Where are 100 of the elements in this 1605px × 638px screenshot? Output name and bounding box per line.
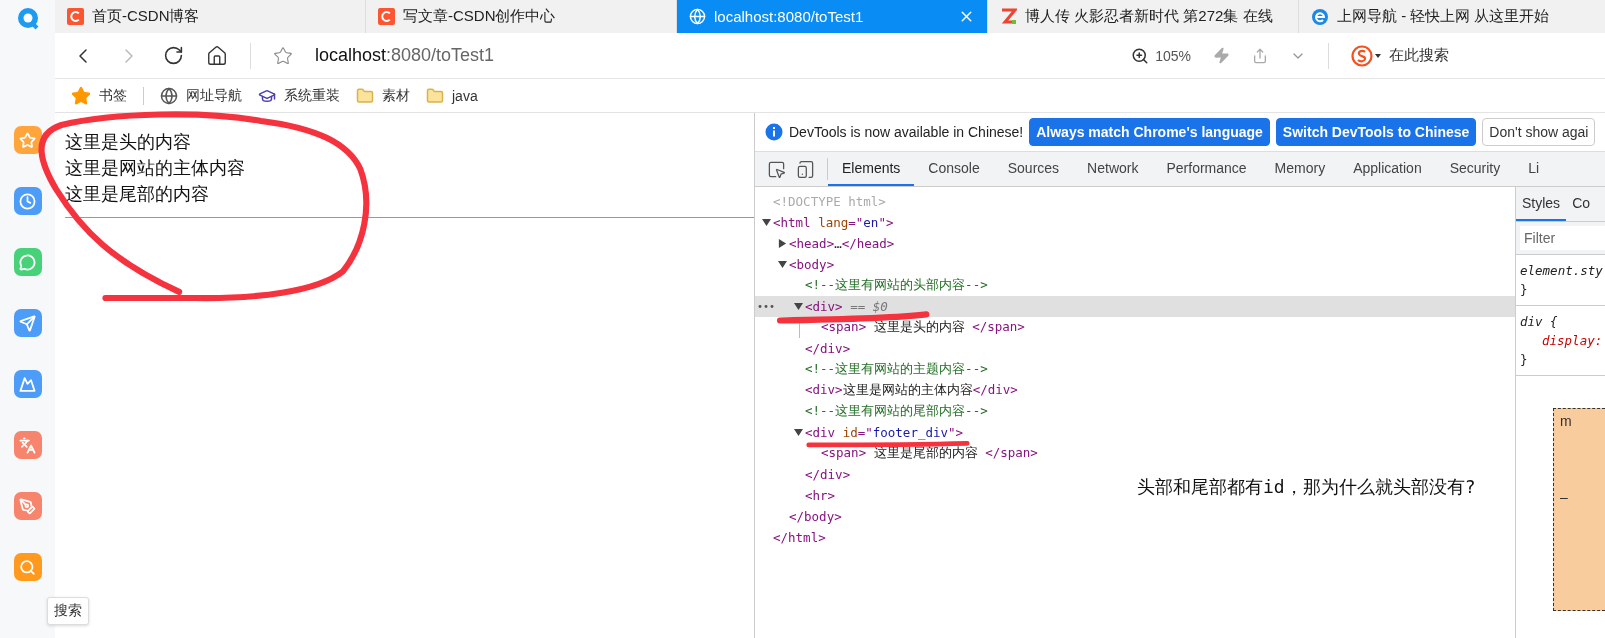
globe-icon [689,8,706,25]
folder-icon [426,86,444,105]
globe-icon [160,86,178,105]
star-icon [71,85,91,106]
row-menu-dots[interactable]: ••• [757,301,776,312]
clock-icon[interactable] [13,187,42,215]
search-field[interactable]: 在此搜索 [1389,46,1449,65]
pen-icon[interactable] [13,492,42,520]
styles-tab[interactable]: Co [1566,187,1597,221]
share-icon[interactable] [1252,47,1268,64]
page-text: 这里是网站的主体内容 [65,157,246,180]
info-message: DevTools is now available in Chinese! [789,124,1024,140]
css-line: } [1520,281,1529,299]
box-label: m [1560,413,1573,429]
dom-code: </html> [773,530,826,545]
devtools-tab[interactable]: Memory [1260,152,1340,186]
dom-code: <div id="footer_div"> [805,425,964,440]
e-logo-icon [1311,7,1329,26]
dom-row[interactable]: <span> 这里是头的内容 </span> [755,317,1025,338]
dom-code: <!--这里有网站的主题内容--> [805,361,988,378]
expand-triangle-icon[interactable] [794,302,803,311]
infobar-button[interactable]: Don't show agai [1482,118,1596,146]
dom-code: <!--这里有网站的尾部内容--> [805,403,988,420]
dom-code: <head>…</head> [789,236,895,251]
dom-code: </body> [789,509,842,524]
devtools-tab[interactable]: Application [1339,152,1436,186]
infobar-button[interactable]: Always match Chrome's language [1029,118,1270,146]
zoom-level[interactable]: 105% [1155,47,1191,64]
dom-row[interactable]: </div> [755,338,851,359]
css-line: div { [1520,313,1559,331]
translate-icon[interactable] [13,431,42,459]
dom-row[interactable]: <span> 这里是尾部的内容 </span> [755,443,1038,464]
expand-triangle-icon[interactable] [794,428,803,437]
bookmark-link[interactable]: 系统重装 [284,86,340,105]
bookmark-link[interactable]: 网址导航 [186,86,242,105]
dom-row[interactable]: <div id="footer_div"> [755,422,964,443]
folder-icon [356,86,374,105]
dom-row[interactable]: <!--这里有网站的尾部内容--> [755,401,988,422]
tab-title: 上网导航 - 轻快上网 从这里开始 [1337,7,1551,26]
dom-row[interactable]: </body> [755,506,842,527]
url-field[interactable]: localhost:8080/toTest1 [315,45,1110,66]
paper-plane-icon[interactable] [13,309,42,337]
page-text: 这里是尾部的内容 [65,183,210,206]
dom-code: </div> [805,467,851,482]
devtools-tab[interactable]: Security [1435,152,1515,186]
home-icon[interactable] [206,44,228,67]
tooltip: 搜索 [47,597,89,625]
bookmark-link[interactable]: java [452,87,478,104]
tab-title: 博人传 火影忍者新时代 第272集 在线 [1025,7,1274,26]
mountain-icon[interactable] [13,370,42,398]
dom-row[interactable]: <head>…</head> [755,233,895,254]
tab-title: localhost:8080/toTest1 [714,8,865,25]
info-icon [765,123,783,141]
inspect-icon[interactable] [767,159,786,179]
reload-icon[interactable] [163,45,184,66]
dom-row[interactable]: </html> [755,527,826,548]
dom-code: <div>这里是网站的主体内容</div> [805,382,1018,399]
expand-triangle-icon[interactable] [778,239,787,248]
c-logo-icon [378,8,395,25]
annotation-note: 头部和尾部都有id，那为什么就头部没有? [1137,475,1476,499]
s-logo-icon[interactable] [1351,44,1381,67]
dom-row[interactable]: ••• <div> == $0 [755,296,1515,317]
expand-triangle-icon[interactable] [762,218,771,227]
z-logo-icon [1000,8,1017,25]
devtools-tab[interactable]: Console [914,152,994,186]
dom-row[interactable]: <!--这里有网站的头部内容--> [755,275,988,296]
bookmark-link[interactable]: 素材 [382,86,410,105]
filter-field[interactable]: Filter [1520,226,1605,250]
search-icon[interactable] [13,553,42,581]
star-icon[interactable] [273,45,293,66]
dom-row[interactable]: <div>这里是网站的主体内容</div> [755,380,1018,401]
dom-code: <hr> [805,488,836,503]
css-line: display: [1541,332,1601,350]
dom-code: <!--这里有网站的头部内容--> [805,277,988,294]
dom-code: <span> 这里是头的内容 </span> [821,319,1025,336]
page-text: 这里是头的内容 [65,131,192,154]
dom-row[interactable]: <!--这里有网站的主题内容--> [755,359,988,380]
devtools-tab[interactable]: Li [1514,152,1554,186]
device-icon[interactable] [796,159,815,179]
lightning-icon[interactable] [1213,47,1230,64]
dom-row[interactable]: <hr> [755,485,836,506]
c-logo-icon [67,8,84,25]
zoom-icon[interactable] [1131,46,1150,65]
dom-row[interactable]: <body> [755,254,835,275]
dom-row[interactable]: </div> [755,464,851,485]
css-line: element.sty [1520,262,1601,280]
chat-bubble-icon[interactable] [13,248,42,276]
devtools-tab[interactable]: Sources [993,152,1074,186]
tab-title: 写文章-CSDN创作中心 [403,7,557,26]
dom-code: </div> [805,341,851,356]
expand-triangle-icon[interactable] [778,260,787,269]
devtools-tab[interactable]: Elements [828,152,915,186]
devtools-tab[interactable]: Network [1073,152,1153,186]
dom-code: <!DOCTYPE html> [773,194,886,209]
dom-code: <span> 这里是尾部的内容 </span> [821,445,1038,462]
box-dash: – [1560,489,1569,505]
devtools-tab[interactable]: Performance [1152,152,1261,186]
bookmark-link[interactable]: 书签 [99,86,127,105]
infobar-button[interactable]: Switch DevTools to Chinese [1275,118,1477,146]
dom-row[interactable]: <html lang="en"> [755,212,894,233]
